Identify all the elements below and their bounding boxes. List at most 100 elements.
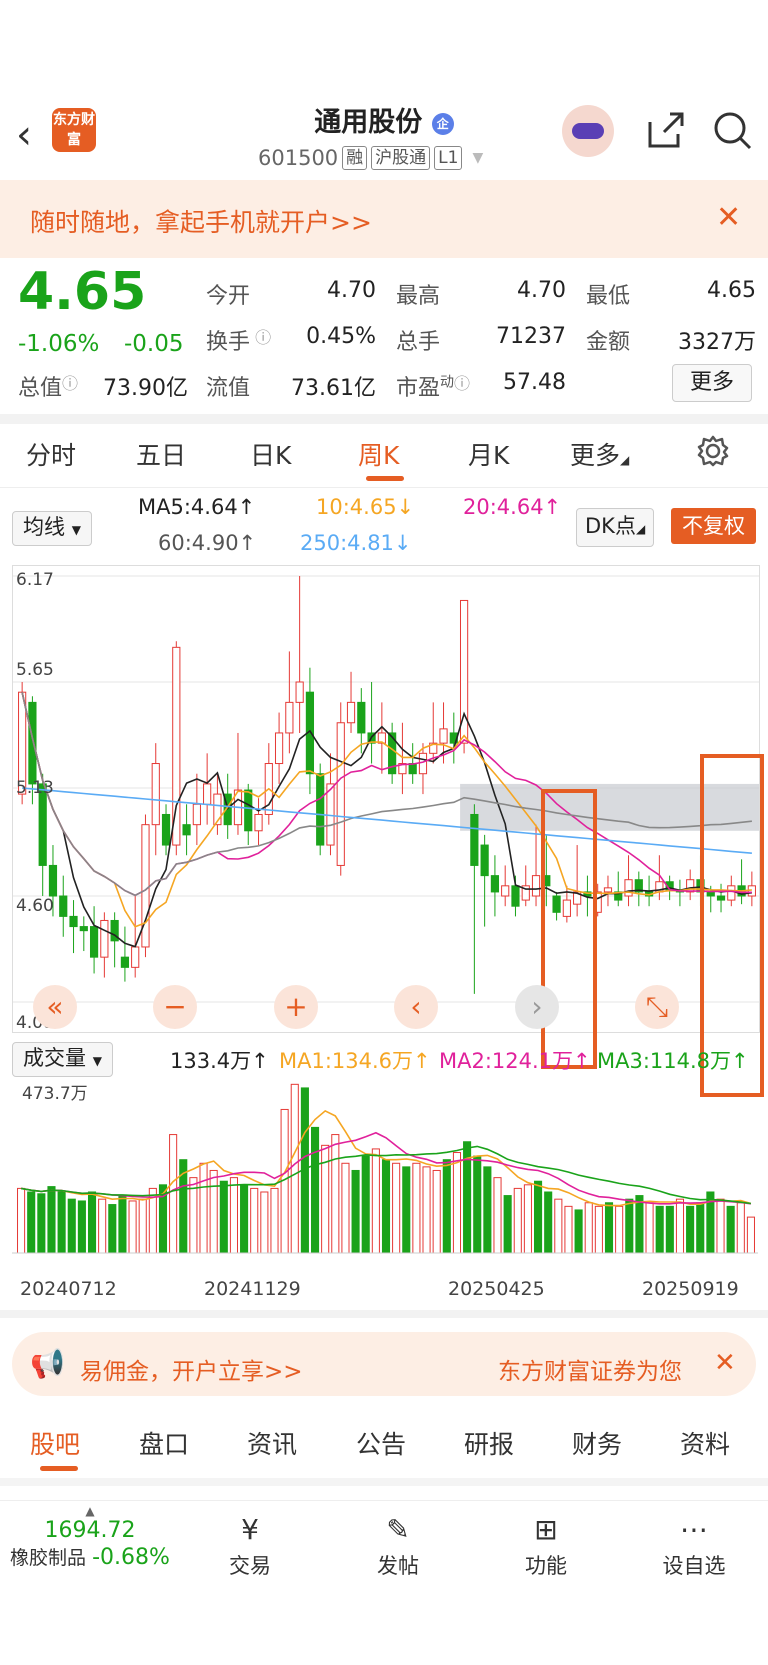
candle-body [151,763,160,826]
amount-label: 金额 [586,330,631,355]
candle-body [531,875,541,897]
kline-svg [13,575,759,1003]
candle-body [408,763,417,775]
up-arrow-icon: ▲ [85,1504,95,1518]
zoom-out-control[interactable]: − [153,985,197,1029]
nav-post[interactable]: ✎ 发帖 [358,1510,438,1580]
fullscreen-control[interactable]: ⤡ [635,985,679,1029]
rewind-control[interactable]: « [33,985,77,1029]
candle-body [172,646,181,846]
volume-bar [128,1200,137,1254]
index-widget[interactable]: ▲ 1694.72 橡胶制品 -0.68% [0,1504,180,1570]
robot-avatar-icon[interactable] [562,105,614,157]
index-value: 1694.72 [44,1518,136,1543]
tab-five-day[interactable]: 五日 [136,436,186,472]
volume-bar [118,1195,127,1254]
volume-bar [675,1198,685,1254]
candle-body [295,681,304,703]
info-icon[interactable]: ⓘ [62,374,78,393]
tab-finance[interactable]: 财务 [572,1425,622,1461]
volume-bar [169,1134,178,1254]
volume-indicator-select[interactable]: 成交量 ▼ [12,1042,113,1077]
volume-bar [47,1186,56,1254]
current-price: 4.65 [18,262,147,322]
ad-text-2[interactable]: 东方财富证券为您 [498,1352,682,1386]
candle-body [254,813,263,832]
pe-label: 市盈动ⓘ [396,370,470,402]
tab-announcement[interactable]: 公告 [356,1425,406,1461]
nav-add-watchlist[interactable]: ⋯ 设自选 [654,1510,734,1580]
section-divider [0,1478,768,1486]
mktcap-value: 73.90亿 [103,376,188,401]
volume-chart[interactable] [12,1073,758,1265]
tab-monthly-k[interactable]: 月K [468,436,509,472]
candle-body [336,722,345,866]
info-icon[interactable]: ⓘ [250,328,271,347]
close-icon[interactable]: ✕ [716,200,741,235]
indicator-select-label: 均线 [23,515,65,539]
pan-right-control[interactable]: › [515,985,559,1029]
candle-body [89,926,99,958]
candle-body [69,915,78,928]
volume-bar [604,1202,614,1254]
volume-bar [574,1209,583,1254]
dk-point-button[interactable]: DK点◢ [576,508,655,547]
volume-bar [544,1191,553,1254]
volume-bar [523,1184,532,1254]
tab-weekly-k[interactable]: 周K [358,436,399,472]
tab-timeshare[interactable]: 分时 [26,436,76,472]
active-section-indicator [40,1466,78,1471]
y-tick-3: 5.13 [16,778,54,798]
kline-chart[interactable] [12,565,760,1033]
tab-news[interactable]: 资讯 [247,1425,297,1461]
float-value: 73.61亿 [291,376,376,401]
turnover-value: 0.45% [306,324,376,349]
candle-body [100,919,109,958]
change-percent: -1.06% [18,331,100,357]
tab-daily-k[interactable]: 日K [250,436,291,472]
share-icon[interactable] [646,110,686,154]
settings-gear-icon[interactable] [696,434,730,472]
pan-left-control[interactable]: ‹ [394,985,438,1029]
volume-bar [686,1205,695,1254]
volume-bar [696,1202,705,1254]
candle-body [182,824,191,836]
tab-research[interactable]: 研报 [464,1425,514,1461]
candle-body [59,895,68,917]
nav-trade[interactable]: ¥ 交易 [210,1510,290,1580]
volume-bar [736,1202,745,1254]
candle-body [274,732,284,765]
tag-level: L1 [434,146,463,170]
volume-bar [57,1191,66,1254]
dropdown-arrow-icon: ▼ [71,523,81,537]
index-change: -0.68% [92,1545,170,1570]
indicator-select[interactable]: 均线 ▼ [12,511,92,546]
ma250-value: 250:4.81↓ [300,531,412,555]
tab-pankou[interactable]: 盘口 [139,1425,189,1461]
volume-max-label: 473.7万 [22,1084,88,1104]
candle-body [192,803,201,826]
volume-bar [371,1148,380,1254]
search-icon[interactable] [712,110,754,156]
volume-bar [240,1184,249,1254]
more-button[interactable]: 更多 [672,364,752,402]
ad-text[interactable]: 易佣金，开户立享>> [80,1352,303,1386]
mktcap-label-text: 总值 [18,376,63,401]
chevron-down-icon[interactable]: ▼ [472,150,483,166]
tab-guba[interactable]: 股吧 [30,1425,80,1461]
volume-bar [27,1191,36,1254]
volume-ma2: MA2:124.1万↑ [439,1049,591,1073]
promo-text[interactable]: 随时随地，拿起手机就开户>> [30,203,372,239]
info-icon[interactable]: ⓘ [454,374,470,393]
zoom-in-control[interactable]: + [274,985,318,1029]
ad-close-icon[interactable]: ✕ [714,1348,736,1378]
volume-bar [615,1205,624,1254]
volume-svg [12,1083,758,1254]
volume-bar [209,1169,218,1254]
candle-body [316,773,325,846]
tab-profile[interactable]: 资料 [680,1425,730,1461]
tab-more[interactable]: 更多◢ [570,436,629,472]
nav-function[interactable]: ⊞ 功能 [506,1510,586,1580]
no-adjust-button[interactable]: 不复权 [671,508,756,544]
candle-body [161,813,171,846]
